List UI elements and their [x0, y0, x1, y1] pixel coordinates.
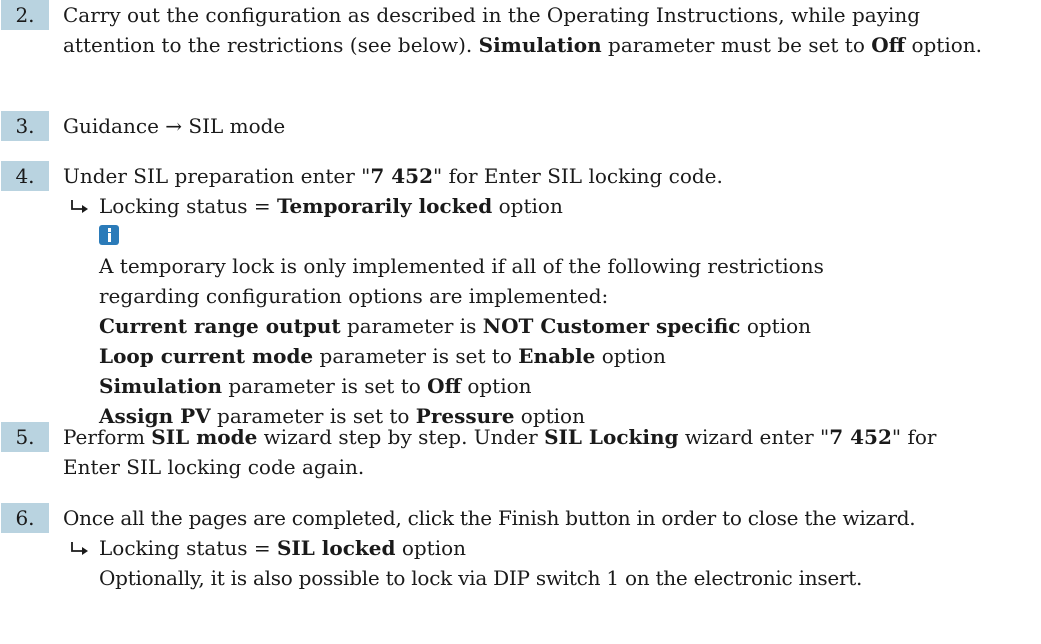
document-page: 2. Carry out the configuration as descri… [0, 0, 1041, 644]
wizard-sil-mode: SIL mode [151, 425, 258, 449]
dip-switch-note: Optionally, it is also possible to lock … [99, 566, 863, 590]
step-text: Guidance → SIL mode [63, 114, 286, 138]
step-2: 2. Carry out the configuration as descri… [0, 0, 1041, 60]
result-arrow-icon [71, 200, 88, 213]
step-text: Carry out the configuration as described… [63, 3, 983, 57]
wizard-sil-locking: SIL Locking [544, 425, 679, 449]
status-temporarily-locked: Temporarily locked [276, 194, 493, 218]
step-number: 2. [1, 0, 49, 30]
step-result: Locking status = SIL locked option Optio… [69, 533, 1041, 593]
step-number: 4. [1, 161, 49, 191]
info-note: A temporary lock is only implemented if … [99, 254, 824, 308]
step-6: 6. Once all the pages are completed, cli… [0, 503, 1041, 593]
restriction-item: Simulation parameter is set to Off optio… [99, 374, 532, 398]
restriction-item: Current range output parameter is NOT Cu… [99, 314, 812, 338]
step-4: 4. Under SIL preparation enter "7 452" f… [0, 161, 1041, 431]
step-number: 5. [1, 422, 49, 452]
restriction-item: Loop current mode parameter is set to En… [99, 344, 666, 368]
param-simulation: Simulation [478, 33, 602, 57]
step-text: Once all the pages are completed, click … [63, 506, 916, 530]
step-text: Under SIL preparation enter "7 452" for … [63, 164, 723, 188]
locking-status-line: Locking status = Temporarily locked opti… [99, 194, 563, 218]
locking-code: 7 452 [829, 425, 892, 449]
step-5: 5. Perform SIL mode wizard step by step.… [0, 422, 1041, 482]
step-result: Locking status = Temporarily locked opti… [69, 191, 1041, 431]
status-sil-locked: SIL locked [276, 536, 396, 560]
locking-code: 7 452 [370, 164, 434, 188]
result-arrow-icon [71, 542, 88, 555]
info-icon [99, 225, 119, 245]
step-text: Perform SIL mode wizard step by step. Un… [63, 425, 937, 479]
step-number: 3. [1, 111, 49, 141]
step-number: 6. [1, 503, 49, 533]
step-3: 3. Guidance → SIL mode [0, 111, 1041, 141]
option-off: Off [871, 33, 906, 57]
locking-status-line: Locking status = SIL locked option [99, 536, 467, 560]
